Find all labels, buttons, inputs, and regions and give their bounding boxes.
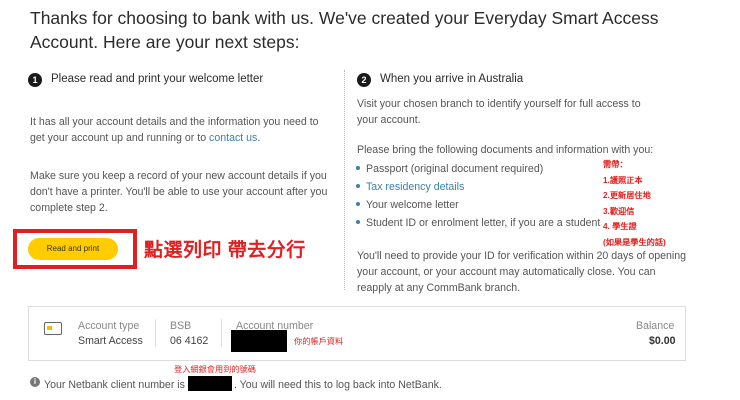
info-icon: i [30,377,40,387]
account-details-panel [28,306,686,361]
account-type-label: Account type [78,320,140,332]
bullet-icon [356,166,360,171]
bsb-value: 06 4162 [170,335,209,347]
list-item: Passport (original document required) [356,163,543,175]
netbank-client-number-line: Your Netbank client number is . You will … [44,376,442,391]
step-1-paragraph-2: Make sure you keep a record of your new … [30,170,328,214]
page-heading: Thanks for choosing to bank with us. We'… [30,8,659,52]
column-divider [344,70,345,290]
contact-us-link[interactable]: contact us [209,132,257,144]
card-chip-icon [47,326,52,330]
account-number-redacted [231,330,287,352]
netbank-text-end: . You will need this to log back into Ne… [233,379,442,391]
print-annotation: 點選列印 帶去分行 [144,240,306,261]
account-separator [155,319,156,347]
balance-value: $0.00 [649,335,676,347]
step-1-paragraph-1: It has all your account details and the … [30,114,330,146]
annotation-item: 2.更新居住地 [603,191,651,200]
account-separator [221,319,222,347]
annotation-item: 4. 學生證 [603,222,637,231]
list-item-text: Student ID or enrolment letter, if you a… [366,217,601,229]
account-type-value: Smart Access [78,335,143,347]
list-item: Your welcome letter [356,199,459,211]
step-1-number-icon: 1 [28,73,42,87]
step-2-title: When you arrive in Australia [380,73,524,85]
step-2-paragraph-1: Visit your chosen branch to identify you… [357,98,641,126]
step-2-paragraph-2: Please bring the following documents and… [357,144,654,156]
tax-residency-link[interactable]: Tax residency details [366,181,464,193]
list-item-text: Passport (original document required) [366,163,544,175]
balance-label: Balance [636,320,675,332]
step-2-paragraph-3: You'll need to provide your ID for verif… [357,250,687,294]
read-and-print-button[interactable]: Read and print [28,238,118,260]
bullet-icon [356,184,360,189]
annotation-item: 1.護照正本 [603,175,643,185]
annotation-item: 3.歡迎信 [603,206,635,216]
login-number-annotation: 登入網銀會用到的號碼 [174,365,256,374]
list-item-text: Your welcome letter [366,199,459,211]
bullet-icon [356,202,360,207]
bsb-label: BSB [170,320,192,332]
step-1-paragraph-1-end: . [257,132,261,144]
client-number-redacted [187,376,232,391]
card-icon [44,322,62,335]
step-1-title: Please read and print your welcome lette… [51,73,264,85]
step-2-number-icon: 2 [357,73,371,87]
netbank-text-start: Your Netbank client number is [44,379,185,391]
list-item: Student ID or enrolment letter, if you a… [356,217,600,229]
step-1-paragraph-1-text: It has all your account details and the … [30,116,319,144]
list-item[interactable]: Tax residency details [356,181,464,193]
bullet-icon [356,220,360,225]
documents-annotation: 需帶： 1.護照正本 2.更新居住地 3.歡迎信 4. 學生證 (如果是學生的話… [603,157,666,250]
account-number-annotation: 你的帳戶資料 [294,337,344,346]
annotation-header: 需帶： [603,160,628,169]
